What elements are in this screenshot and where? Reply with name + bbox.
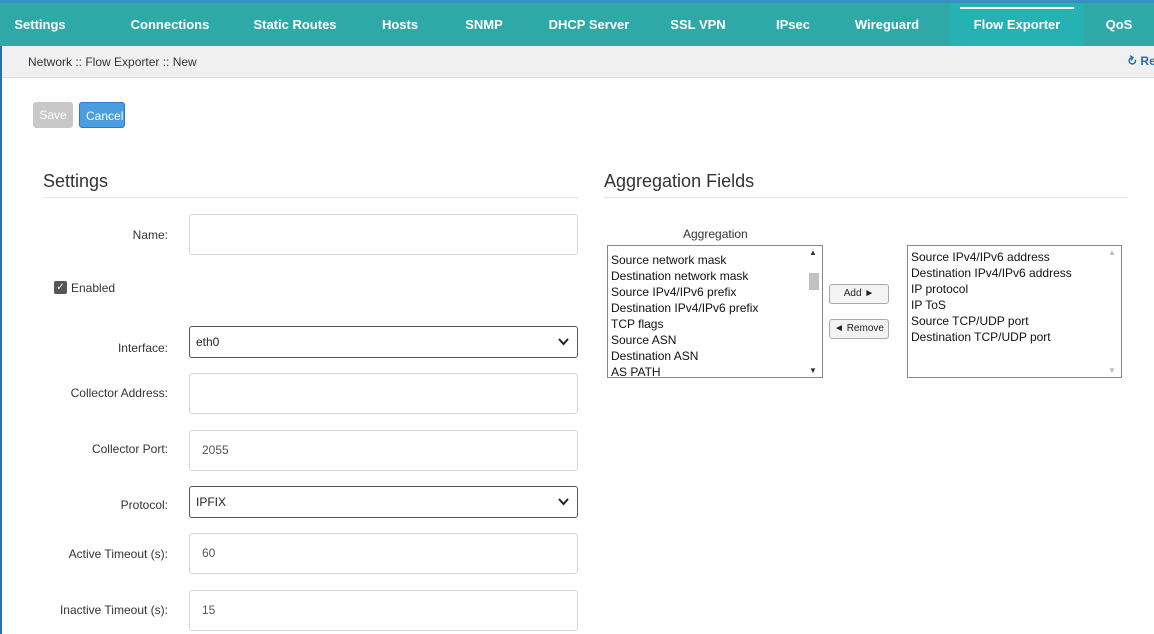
list-item[interactable]: Source IPv4/IPv6 prefix <box>608 284 822 300</box>
scroll-up-icon[interactable]: ▲ <box>1108 248 1116 257</box>
refresh-label: Re <box>1140 54 1154 68</box>
list-item[interactable]: Destination network mask <box>608 268 822 284</box>
refresh-link[interactable]: ↻ Re <box>1124 52 1154 70</box>
selected-list-scrollbar[interactable]: ▲ ▼ <box>1104 246 1121 377</box>
enabled-label: Enabled <box>71 281 116 295</box>
tab-static-routes[interactable]: Static Routes <box>243 3 347 46</box>
collector-address-label: Collector Address: <box>70 386 168 400</box>
collector-address-field[interactable] <box>189 373 578 414</box>
aggregation-title: Aggregation Fields <box>604 171 755 191</box>
list-item[interactable]: Destination IPv4/IPv6 prefix <box>608 300 822 316</box>
aggregation-divider <box>604 197 1128 198</box>
list-item[interactable]: AS PATH <box>608 364 822 377</box>
available-list-scrollbar[interactable]: ▲ ▼ <box>805 246 822 377</box>
tab-ipsec[interactable]: IPsec <box>765 3 821 46</box>
scroll-down-icon[interactable]: ▼ <box>809 366 817 375</box>
protocol-label: Protocol: <box>120 498 168 512</box>
tab-qos[interactable]: QoS <box>1094 3 1144 46</box>
list-item[interactable]: TCP flags <box>608 316 822 332</box>
list-item[interactable]: IP protocol <box>908 281 1121 297</box>
active-timeout-field[interactable]: 60 <box>189 533 578 574</box>
list-item[interactable]: Destination IPv4/IPv6 address <box>908 265 1121 281</box>
active-timeout-label: Active Timeout (s): <box>68 547 168 561</box>
collector-port-field[interactable]: 2055 <box>189 430 578 471</box>
list-item[interactable]: Source network mask <box>608 252 822 268</box>
tab-dhcp-server[interactable]: DHCP Server <box>532 3 646 46</box>
tab-ssl-vpn[interactable]: SSL VPN <box>660 3 736 46</box>
chevron-down-icon <box>558 327 569 346</box>
interface-select[interactable]: eth0 <box>189 326 578 358</box>
scroll-up-icon[interactable]: ▲ <box>809 248 817 257</box>
settings-divider <box>43 197 578 198</box>
tab-wireguard[interactable]: Wireguard <box>845 3 929 46</box>
add-button[interactable]: Add ► <box>829 284 889 304</box>
available-fields-list[interactable]: Source network mask Destination network … <box>607 245 823 378</box>
selected-fields-list[interactable]: Source IPv4/IPv6 address Destination IPv… <box>907 245 1122 378</box>
top-nav: Settings Connections Static Routes Hosts… <box>0 0 1154 46</box>
scroll-down-icon[interactable]: ▼ <box>1108 366 1116 375</box>
protocol-value: IPFIX <box>196 495 227 509</box>
breadcrumb: Network :: Flow Exporter :: New <box>28 55 197 69</box>
list-item[interactable]: Destination ASN <box>608 348 822 364</box>
protocol-select[interactable]: IPFIX <box>189 486 578 518</box>
tab-flow-exporter[interactable]: Flow Exporter <box>950 3 1084 46</box>
list-item[interactable]: IP ToS <box>908 297 1121 313</box>
settings-title: Settings <box>43 171 109 191</box>
list-item[interactable]: Source IPv4/IPv6 address <box>908 249 1121 265</box>
tab-snmp[interactable]: SNMP <box>456 3 512 46</box>
tab-settings[interactable]: Settings <box>0 3 80 46</box>
interface-label: Interface: <box>117 341 168 355</box>
aggregation-caption: Aggregation <box>683 227 748 241</box>
list-item[interactable]: Source ASN <box>608 332 822 348</box>
name-label: Name: <box>132 228 168 242</box>
cancel-button[interactable]: Cancel <box>79 102 125 128</box>
remove-button[interactable]: ◄ Remove <box>829 319 889 339</box>
list-item[interactable]: Source TCP/UDP port <box>908 313 1121 329</box>
left-border <box>0 46 2 634</box>
breadcrumb-bar: Network :: Flow Exporter :: New ↻ Re <box>2 46 1154 78</box>
name-field[interactable] <box>189 214 578 255</box>
interface-value: eth0 <box>196 335 220 349</box>
chevron-down-icon <box>558 487 569 506</box>
enabled-checkbox[interactable]: ✓ <box>54 281 67 294</box>
refresh-icon: ↻ <box>1124 52 1140 70</box>
inactive-timeout-field[interactable]: 15 <box>189 590 578 631</box>
collector-port-label: Collector Port: <box>91 442 168 456</box>
tab-connections[interactable]: Connections <box>120 3 220 46</box>
tab-hosts[interactable]: Hosts <box>375 3 425 46</box>
scroll-thumb[interactable] <box>809 273 819 290</box>
list-item[interactable]: Destination TCP/UDP port <box>908 329 1121 345</box>
save-button[interactable]: Save <box>33 102 73 128</box>
inactive-timeout-label: Inactive Timeout (s): <box>59 603 168 617</box>
